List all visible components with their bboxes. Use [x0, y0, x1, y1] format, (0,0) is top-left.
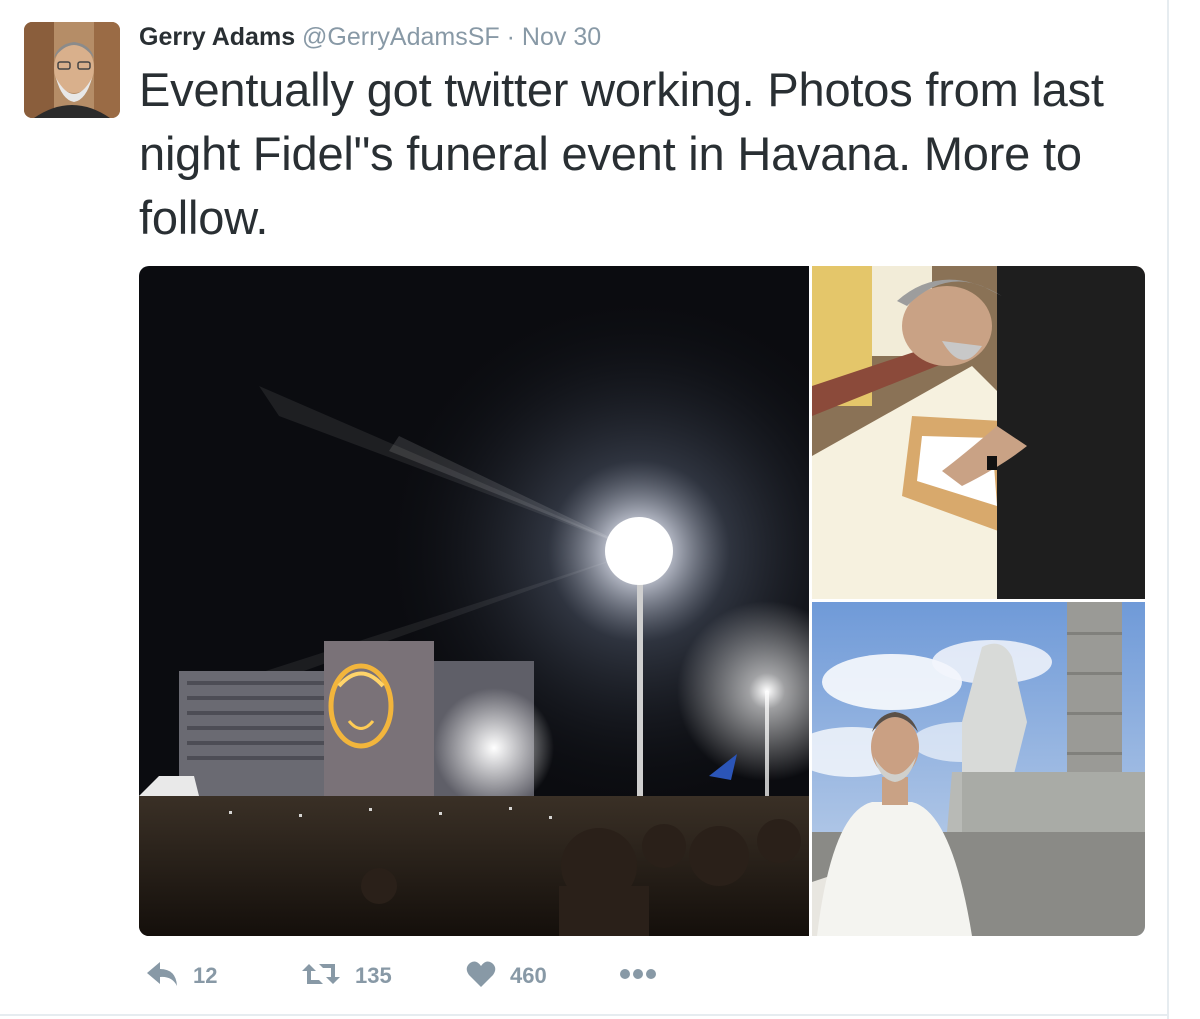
author-name[interactable]: Gerry Adams: [139, 23, 295, 51]
author-handle[interactable]: @GerryAdamsSF: [302, 23, 500, 51]
more-button[interactable]: [619, 956, 657, 996]
retweet-icon: [301, 960, 341, 993]
tweet-divider: [0, 1014, 1169, 1016]
retweet-count: 135: [355, 963, 392, 988]
like-count: 460: [510, 963, 547, 988]
retweet-button[interactable]: 135: [301, 956, 392, 996]
media-grid: [139, 266, 1145, 936]
tweet-text: Eventually got twitter working. Photos f…: [139, 63, 1104, 244]
header-separator: ·: [506, 23, 515, 51]
photo-monument[interactable]: [812, 602, 1145, 936]
photo-condolence-book[interactable]: [812, 266, 1145, 599]
avatar[interactable]: [24, 22, 120, 118]
reply-count: 12: [193, 963, 218, 988]
tweet-card[interactable]: Gerry Adams @GerryAdamsSF · Nov 30 Event…: [0, 0, 1169, 1019]
reply-button[interactable]: 12: [145, 956, 217, 996]
photo-night-rally[interactable]: [139, 266, 809, 936]
heart-icon: [466, 960, 496, 993]
tweet-header: Gerry Adams @GerryAdamsSF · Nov 30: [139, 20, 601, 54]
more-dots-icon: [619, 967, 657, 985]
reply-icon: [145, 960, 179, 993]
like-button[interactable]: 460: [466, 956, 547, 996]
tweet-timestamp[interactable]: Nov 30: [522, 23, 601, 51]
